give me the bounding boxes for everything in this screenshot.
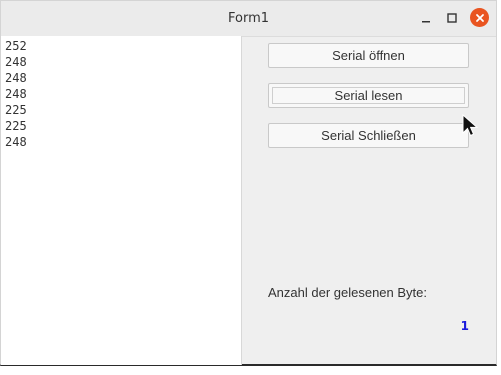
- maximize-icon: [447, 13, 457, 23]
- mouse-cursor-icon: [462, 113, 480, 142]
- byte-count-label: Anzahl der gelesenen Byte:: [268, 285, 427, 300]
- memo-line: 248: [5, 87, 27, 101]
- memo-line: 252: [5, 39, 27, 53]
- serial-open-button[interactable]: Serial öffnen: [268, 43, 469, 68]
- serial-open-label: Serial öffnen: [332, 48, 405, 63]
- memo-line: 248: [5, 71, 27, 85]
- memo-line: 225: [5, 103, 27, 117]
- memo-line: 248: [5, 135, 27, 149]
- application-window: Form1 252 248 248 248 225 225 248 Serial…: [0, 0, 497, 366]
- maximize-button[interactable]: [443, 9, 461, 27]
- minimize-button[interactable]: [417, 9, 435, 27]
- serial-read-label: Serial lesen: [334, 88, 403, 103]
- close-icon: [475, 13, 484, 22]
- serial-read-button[interactable]: Serial lesen: [268, 83, 469, 108]
- serial-close-button[interactable]: Serial Schließen: [268, 123, 469, 148]
- memo-line: 248: [5, 55, 27, 69]
- serial-output-memo[interactable]: 252 248 248 248 225 225 248: [1, 36, 242, 365]
- memo-line: 225: [5, 119, 27, 133]
- serial-close-label: Serial Schließen: [321, 128, 416, 143]
- title-bar[interactable]: Form1: [1, 1, 496, 37]
- close-button[interactable]: [470, 8, 489, 27]
- byte-count-value: 1: [460, 319, 469, 333]
- minimize-icon: [422, 21, 430, 23]
